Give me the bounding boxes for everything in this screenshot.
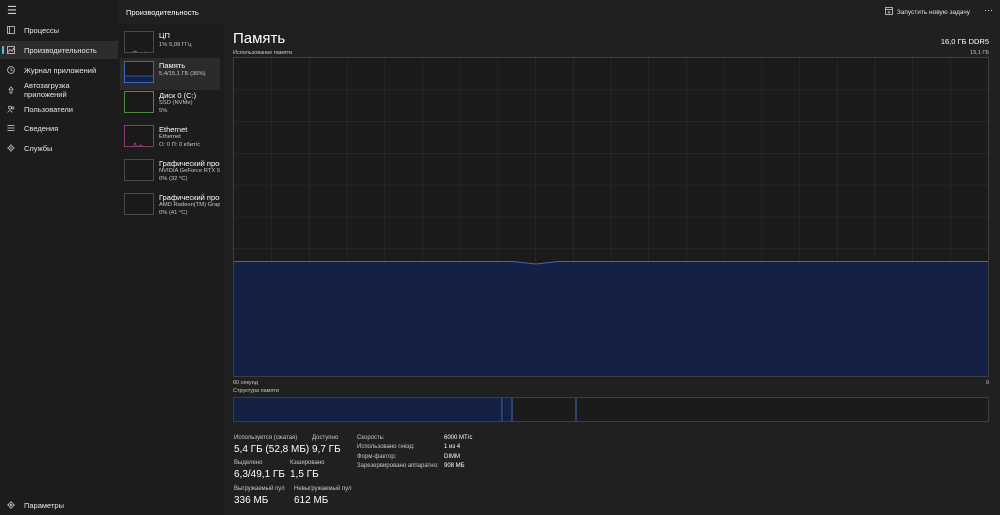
device-sub: 0% (32 °C) — [159, 176, 188, 182]
detail-label: Зарезервировано аппаратно: — [357, 463, 439, 469]
nav-label: Службы — [24, 143, 53, 153]
paged-pool-label: Выгружаемый пул — [234, 486, 285, 492]
gpu0-thumbnail — [124, 159, 154, 181]
nav-item-services[interactable]: Службы — [0, 139, 118, 157]
device-name: Графический процессор 0 — [159, 159, 220, 168]
nav-label: Процессы — [24, 25, 60, 35]
cached-label: Кэшировано — [290, 460, 325, 466]
device-name: Память — [159, 61, 186, 70]
detail-value: 1 из 4 — [444, 444, 461, 450]
nav-item-startup-apps[interactable]: Автозагрузка приложений — [0, 79, 118, 101]
cached-value: 1,5 ГБ — [290, 469, 319, 480]
available-value: 9,7 ГБ — [312, 444, 341, 455]
run-new-task-button[interactable]: Запустить новую задачу — [884, 7, 970, 17]
device-disk[interactable]: Диск 0 (C:) SSD (NVMe) 5% — [120, 88, 220, 120]
detail-label: Скорость: — [357, 435, 385, 441]
device-sub: 1% 5,09 ГГц — [159, 42, 192, 48]
page-title: Производительность — [126, 8, 199, 17]
navigation-pane: ☰ Процессы Производительность Журнал при… — [0, 0, 118, 515]
detail-value: 908 МБ — [444, 463, 465, 469]
composition-in-use — [234, 398, 502, 421]
committed-value: 6,3/49,1 ГБ — [234, 469, 285, 480]
device-name: Графический процессор 1 — [159, 193, 220, 202]
device-name: ЦП — [159, 31, 170, 40]
device-sub: SSD (NVMe) — [159, 100, 193, 106]
nav-item-app-history[interactable]: Журнал приложений — [0, 61, 118, 79]
nav-label: Производительность — [24, 45, 97, 55]
header-bar: Производительность Запустить новую задач… — [118, 0, 1000, 24]
nav-label: Пользователи — [24, 104, 73, 114]
services-icon — [7, 144, 15, 152]
nav-item-users[interactable]: Пользователи — [0, 100, 118, 118]
device-sub: О: 0 П: 0 кбит/с — [159, 142, 201, 148]
memory-thumbnail — [124, 61, 154, 83]
paged-pool-value: 336 МБ — [234, 495, 269, 506]
graph-max: 15,1 ГБ — [970, 50, 989, 56]
nav-label: Журнал приложений — [24, 65, 97, 75]
device-memory[interactable]: Память 5,4/15,1 ГБ (36%) — [120, 58, 220, 90]
device-ethernet[interactable]: Ethernet Ethernet О: 0 П: 0 кбит/с — [120, 122, 220, 154]
device-name: Диск 0 (C:) — [159, 91, 197, 100]
device-sub: Ethernet — [159, 134, 181, 140]
in-use-label: Используется (сжатая) — [234, 435, 298, 441]
detail-value: DIMM — [444, 454, 460, 460]
time-left-label: 60 секунд — [233, 380, 258, 386]
disk-thumbnail — [124, 91, 154, 113]
nav-label: Параметры — [24, 500, 64, 510]
run-task-icon — [884, 7, 893, 17]
detail-value: 6000 MT/c — [444, 435, 473, 441]
cpu-thumbnail — [124, 31, 154, 53]
hamburger-menu-icon[interactable]: ☰ — [7, 4, 17, 17]
device-sub: 5,4/15,1 ГБ (36%) — [159, 71, 206, 77]
startup-icon — [7, 86, 15, 94]
history-icon — [7, 66, 15, 74]
device-sub: AMD Radeon(TM) Graphics — [159, 202, 220, 208]
device-name: Ethernet — [159, 125, 188, 134]
nav-item-settings[interactable]: Параметры — [0, 496, 118, 514]
graph-label: Использование памяти — [233, 50, 293, 56]
processes-icon — [7, 26, 15, 34]
device-sub: 5% — [159, 108, 168, 114]
available-label: Доступно — [312, 435, 339, 441]
memory-usage-graph — [233, 57, 989, 377]
device-gpu-1[interactable]: Графический процессор 1 AMD Radeon(TM) G… — [120, 190, 220, 222]
time-right-label: 0 — [985, 380, 989, 386]
device-list: ЦП 1% 5,09 ГГц Память 5,4/15,1 ГБ (36%) … — [118, 24, 224, 515]
device-sub: NVIDIA GeForce RTX 5070 — [159, 168, 220, 174]
gpu1-thumbnail — [124, 193, 154, 215]
memory-title: Память — [233, 30, 286, 47]
details-icon — [7, 124, 15, 132]
memory-usage-chart — [234, 58, 988, 376]
nav-label: Автозагрузка приложений — [24, 81, 70, 99]
device-gpu-0[interactable]: Графический процессор 0 NVIDIA GeForce R… — [120, 156, 220, 188]
nonpaged-pool-value: 612 МБ — [294, 495, 329, 506]
memory-usage-area — [234, 261, 988, 376]
device-sub: 0% (41 °C) — [159, 210, 188, 216]
committed-label: Выделено — [234, 460, 263, 466]
nav-item-processes[interactable]: Процессы — [0, 21, 118, 39]
memory-panel: Память 16,0 ГБ DDR5 Использование памяти… — [224, 24, 1000, 515]
users-icon — [7, 105, 15, 113]
in-use-value: 5,4 ГБ (52,8 МБ) — [234, 444, 310, 455]
ethernet-thumbnail — [124, 125, 154, 147]
detail-label: Использовано гнезд: — [357, 444, 415, 450]
nav-label: Сведения — [24, 123, 59, 133]
struct-label: Структура памяти — [233, 388, 280, 394]
run-task-label: Запустить новую задачу — [896, 8, 970, 16]
composition-modified — [504, 398, 512, 421]
memory-composition-bar — [233, 397, 989, 422]
device-cpu[interactable]: ЦП 1% 5,09 ГГц — [120, 28, 220, 60]
memory-capacity: 16,0 ГБ DDR5 — [940, 37, 989, 46]
detail-label: Форм-фактор: — [357, 454, 397, 460]
nav-item-performance[interactable]: Производительность — [0, 41, 118, 59]
gear-icon — [7, 501, 15, 509]
nav-item-details[interactable]: Сведения — [0, 119, 118, 137]
performance-icon — [7, 46, 15, 54]
more-options-icon[interactable]: ⋯ — [984, 5, 993, 16]
nonpaged-pool-label: Невыгружаемый пул — [294, 486, 352, 492]
